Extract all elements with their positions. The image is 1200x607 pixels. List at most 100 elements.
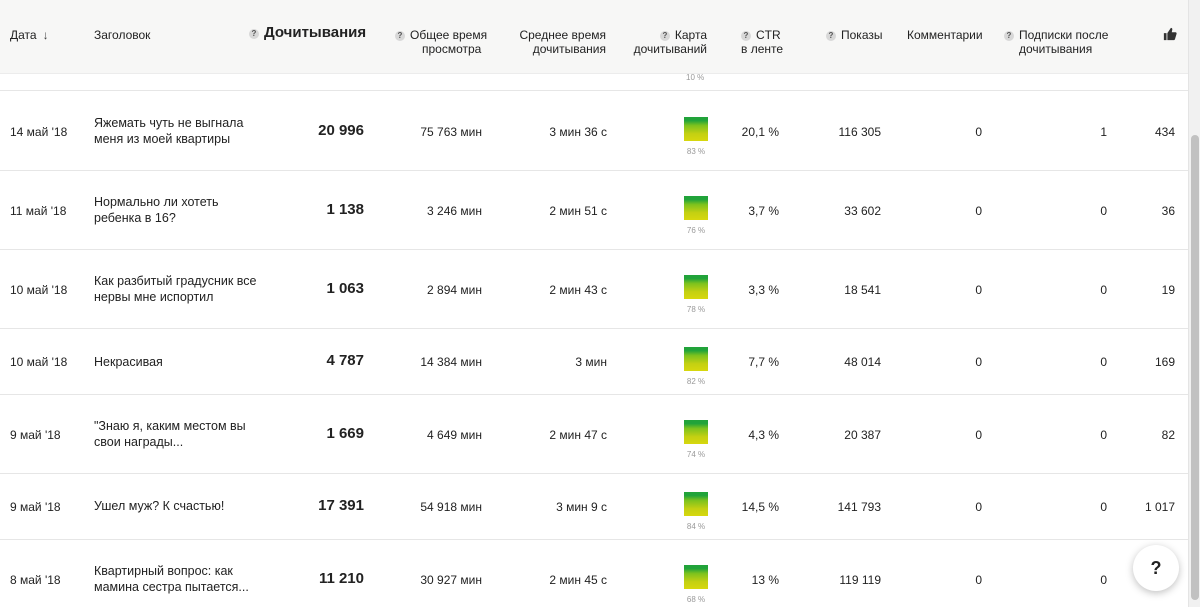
row-comments: 0 (975, 428, 982, 442)
row-avg-time: 3 мин 36 с (549, 125, 607, 139)
row-subscriptions: 0 (1100, 428, 1107, 442)
read-map-percent: 83 % (686, 147, 706, 156)
read-map-thumbnail[interactable] (684, 565, 708, 589)
row-comments: 0 (975, 125, 982, 139)
row-date: 9 май '18 (10, 500, 61, 514)
row-shows: 18 541 (844, 283, 881, 297)
row-reads: 17 391 (318, 497, 364, 514)
stats-table: Дата ↓ Заголовок ? Дочитывания ? Общее врем… (0, 0, 1188, 607)
column-avg-time[interactable]: Среднее время дочитывания (519, 28, 606, 56)
row-avg-time: 2 мин 51 с (549, 204, 607, 218)
help-icon[interactable]: ? (826, 31, 836, 41)
row-comments: 0 (975, 500, 982, 514)
table-header: Дата ↓ Заголовок ? Дочитывания ? Общее врем… (0, 0, 1188, 74)
read-map-thumbnail[interactable] (684, 196, 708, 220)
row-total-time: 3 246 мин (427, 204, 482, 218)
row-title[interactable]: Ушел муж? К счастью! (94, 498, 264, 514)
row-ctr: 13 % (751, 573, 779, 587)
table-row[interactable]: 8 май '18 Квартирный вопрос: как мамина … (0, 539, 1188, 607)
row-ctr: 14,5 % (741, 500, 779, 514)
read-map-thumbnail[interactable] (684, 117, 708, 141)
row-subscriptions: 0 (1100, 573, 1107, 587)
row-reads: 11 210 (318, 570, 364, 587)
row-subscriptions: 1 (1100, 125, 1107, 139)
row-comments: 0 (975, 355, 982, 369)
vertical-scrollbar[interactable] (1188, 0, 1200, 607)
column-shows-label: Показы (841, 28, 883, 42)
row-subscriptions: 0 (1100, 204, 1107, 218)
row-likes: 169 (1154, 355, 1175, 369)
column-subs-label-1: Подписки после (1019, 28, 1109, 42)
table-row[interactable]: 14 май '18 Яжемать чуть не выгнала меня … (0, 90, 1188, 170)
row-title[interactable]: Некрасивая (94, 354, 264, 370)
row-total-time: 54 918 мин (420, 500, 482, 514)
read-map-thumbnail[interactable] (684, 492, 708, 516)
table-row[interactable]: 9 май '18 "Знаю я, каким местом вы свои … (0, 394, 1188, 473)
read-map-thumbnail[interactable] (684, 275, 708, 299)
column-subscriptions[interactable]: ? Подписки после дочитывания (1004, 28, 1108, 56)
column-total-time[interactable]: ? Общее время просмотра (395, 28, 487, 56)
row-comments: 0 (975, 573, 982, 587)
row-title[interactable]: Квартирный вопрос: как мамина сестра пыт… (94, 563, 264, 595)
column-avg-time-label-2: дочитывания (532, 42, 606, 56)
read-map-thumbnail[interactable] (684, 420, 708, 444)
read-map-percent: 82 % (686, 377, 706, 386)
row-date: 9 май '18 (10, 428, 61, 442)
table-row[interactable]: 11 май '18 Нормально ли хотеть ребенка в… (0, 170, 1188, 249)
row-shows: 119 119 (839, 573, 881, 587)
row-ctr: 7,7 % (748, 355, 779, 369)
row-avg-time: 3 мин (575, 355, 607, 369)
row-likes: 434 (1154, 125, 1175, 139)
row-date: 10 май '18 (10, 283, 68, 297)
row-likes: 82 (1161, 428, 1175, 442)
help-button[interactable]: ? (1133, 545, 1179, 591)
table-row[interactable]: 9 май '18 Ушел муж? К счастью! 17 391 54… (0, 473, 1188, 539)
help-icon[interactable]: ? (741, 31, 751, 41)
row-shows: 141 793 (837, 500, 881, 514)
row-date: 10 май '18 (10, 355, 68, 369)
help-icon[interactable]: ? (395, 31, 405, 41)
table-row[interactable]: 10 май '18 Как разбитый градусник все не… (0, 249, 1188, 328)
row-ctr: 3,7 % (748, 204, 779, 218)
row-total-time: 75 763 мин (420, 125, 482, 139)
column-date[interactable]: Дата ↓ (10, 28, 49, 42)
column-shows[interactable]: ? Показы (826, 28, 882, 42)
column-comments[interactable]: Комментарии (907, 28, 983, 42)
row-likes: 36 (1161, 204, 1175, 218)
column-subs-label-2: дочитывания (1019, 42, 1093, 56)
column-date-label: Дата (10, 28, 37, 42)
row-title[interactable]: Яжемать чуть не выгнала меня из моей ква… (94, 115, 264, 147)
row-likes: 19 (1161, 283, 1175, 297)
column-read-map[interactable]: ? Карта дочитываний (634, 28, 707, 56)
row-shows: 48 014 (844, 355, 881, 369)
row-shows: 33 602 (844, 204, 881, 218)
row-total-time: 4 649 мин (427, 428, 482, 442)
column-reads[interactable]: ? Дочитывания (249, 24, 367, 41)
row-reads: 1 138 (326, 201, 364, 218)
read-map-percent: 78 % (686, 305, 706, 314)
read-map-thumbnail[interactable] (684, 347, 708, 371)
scrollbar-thumb[interactable] (1191, 135, 1199, 600)
column-ctr-label-1: CTR (756, 28, 781, 42)
help-icon[interactable]: ? (249, 29, 259, 39)
row-avg-time: 2 мин 47 с (549, 428, 607, 442)
column-ctr[interactable]: ? CTR в ленте (741, 28, 783, 56)
help-icon[interactable]: ? (1004, 31, 1014, 41)
row-reads: 4 787 (326, 352, 364, 369)
column-ctr-label-2: в ленте (741, 42, 784, 56)
row-title[interactable]: "Знаю я, каким местом вы свои награды... (94, 418, 264, 450)
row-comments: 0 (975, 283, 982, 297)
thumbs-up-icon[interactable] (1163, 27, 1177, 41)
sort-down-icon[interactable]: ↓ (43, 28, 49, 42)
row-title[interactable]: Как разбитый градусник все нервы мне исп… (94, 273, 264, 305)
row-date: 14 май '18 (10, 125, 68, 139)
column-title[interactable]: Заголовок (94, 28, 150, 42)
row-date: 8 май '18 (10, 573, 61, 587)
help-icon[interactable]: ? (659, 31, 670, 41)
read-map-percent: 74 % (686, 450, 706, 459)
table-row[interactable]: 10 май '18 Некрасивая 4 787 14 384 мин 3… (0, 328, 1188, 394)
row-subscriptions: 0 (1100, 283, 1107, 297)
column-reads-label: Дочитывания (264, 24, 367, 41)
row-subscriptions: 0 (1100, 355, 1107, 369)
row-title[interactable]: Нормально ли хотеть ребенка в 16? (94, 194, 264, 226)
